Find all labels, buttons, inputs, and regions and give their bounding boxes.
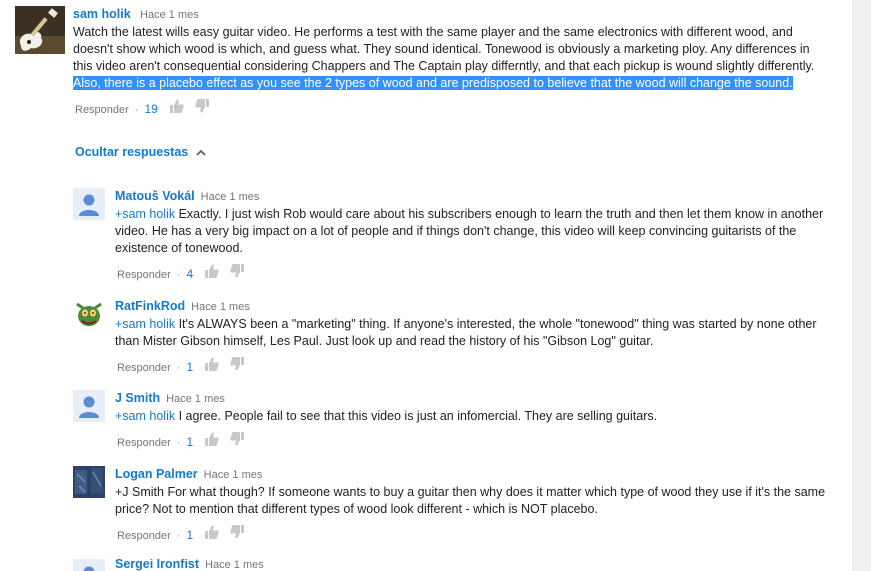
default-avatar-icon <box>73 560 105 571</box>
avatar[interactable] <box>73 466 105 498</box>
comment-text-main: Watch the latest wills easy guitar video… <box>73 25 815 73</box>
thumb-down-icon[interactable] <box>230 357 245 379</box>
separator-dot: · <box>134 104 139 116</box>
reply-actions: Responder · 4 <box>115 263 838 285</box>
thumb-up-icon[interactable] <box>204 264 220 286</box>
reply-author[interactable]: Matouš Vokál <box>115 189 195 203</box>
reply-body: Matouš Vokál Hace 1 mes +sam holik Exactl… <box>115 188 838 285</box>
thumb-up-icon[interactable] <box>204 432 220 454</box>
like-count: 1 <box>186 528 194 542</box>
reply-comment: Matouš Vokál Hace 1 mes +sam holik Exactl… <box>73 188 838 284</box>
ratfink-avatar-image <box>73 298 105 330</box>
comment-author[interactable]: sam holik <box>73 7 131 21</box>
mention-link[interactable]: +sam holik <box>115 409 175 423</box>
hide-replies-label: Ocultar respuestas <box>75 145 189 159</box>
reply-text-main: I agree. People fail to see that this vi… <box>175 409 658 423</box>
avatar[interactable] <box>73 298 105 330</box>
like-count: 1 <box>186 360 194 374</box>
reply-text: +J Smith For what though? If someone wan… <box>115 484 838 518</box>
guitar-avatar-image <box>15 6 65 54</box>
separator-dot: · <box>176 437 181 449</box>
reply-time[interactable]: Hace 1 mes <box>166 393 225 405</box>
reply-comment: Logan Palmer Hace 1 mes +J Smith For what… <box>73 466 838 548</box>
mention-link[interactable]: +sam holik <box>115 317 175 331</box>
reply-text-main: +J Smith For what though? If someone wan… <box>115 485 826 516</box>
mention-link[interactable]: +sam holik <box>115 207 175 221</box>
comment-time[interactable]: Hace 1 mes <box>140 9 199 21</box>
reply-text: +sam holik Exactly. I just wish Rob woul… <box>115 206 838 257</box>
thumb-down-icon[interactable] <box>230 432 245 454</box>
chevron-up-icon <box>196 150 206 156</box>
reply-actions: Responder · 1 <box>115 431 838 453</box>
thumb-up-icon[interactable] <box>169 99 184 121</box>
default-avatar-icon <box>73 390 105 422</box>
thumb-down-icon[interactable] <box>230 525 245 547</box>
comment-text: Watch the latest wills easy guitar video… <box>73 24 830 92</box>
page-scrollbar[interactable] <box>852 0 871 571</box>
reply-text: +sam holik It's ALWAYS been a "marketing… <box>115 316 838 350</box>
reply-text: +sam holik I agree. People fail to see t… <box>115 408 838 425</box>
avatar[interactable] <box>73 188 105 220</box>
reply-time[interactable]: Hace 1 mes <box>201 191 260 203</box>
reply-actions: Responder · 1 <box>115 356 838 378</box>
thumb-up-icon[interactable] <box>204 525 220 547</box>
reply-button[interactable]: Responder <box>75 104 129 116</box>
reply-time[interactable]: Hace 1 mes <box>205 559 264 571</box>
avatar[interactable] <box>73 390 105 422</box>
reply-comment: Sergei Ironfist Hace 1 mes <box>73 559 838 571</box>
reply-button[interactable]: Responder <box>117 269 171 281</box>
reply-body: Logan Palmer Hace 1 mes +J Smith For what… <box>115 466 838 546</box>
main-comment: sam holik Hace 1 mes Watch the latest wi… <box>15 6 830 138</box>
reply-author[interactable]: J Smith <box>115 391 160 405</box>
reply-body: RatFinkRod Hace 1 mes +sam holik It's ALW… <box>115 298 838 378</box>
reply-body: J Smith Hace 1 mes +sam holik I agree. Pe… <box>115 390 838 453</box>
reply-comment: J Smith Hace 1 mes +sam holik I agree. Pe… <box>73 390 838 456</box>
reply-button[interactable]: Responder <box>117 530 171 542</box>
thumb-up-icon[interactable] <box>204 357 220 379</box>
reply-text-main: Exactly. I just wish Rob would care abou… <box>115 207 824 255</box>
reply-actions: Responder · 1 <box>115 524 838 546</box>
like-count: 1 <box>186 435 194 449</box>
logan-avatar-image <box>73 466 105 498</box>
selected-text: Also, there is a placebo effect as you s… <box>73 76 793 90</box>
reply-author[interactable]: Logan Palmer <box>115 467 198 481</box>
reply-author[interactable]: RatFinkRod <box>115 299 185 313</box>
reply-time[interactable]: Hace 1 mes <box>204 469 263 481</box>
comment-body: sam holik Hace 1 mes Watch the latest wi… <box>73 6 830 120</box>
reply-text-main: It's ALWAYS been a "marketing" thing. If… <box>115 317 817 348</box>
reply-author[interactable]: Sergei Ironfist <box>115 559 199 571</box>
avatar[interactable] <box>15 6 65 54</box>
separator-dot: · <box>176 269 181 281</box>
reply-time[interactable]: Hace 1 mes <box>191 301 250 313</box>
like-count: 19 <box>144 102 158 116</box>
reply-comment: RatFinkRod Hace 1 mes +sam holik It's ALW… <box>73 298 838 378</box>
reply-button[interactable]: Responder <box>117 362 171 374</box>
thumb-down-icon[interactable] <box>195 99 210 121</box>
hide-replies-toggle[interactable]: Ocultar respuestas <box>75 145 206 159</box>
avatar[interactable] <box>73 559 105 571</box>
reply-button[interactable]: Responder <box>117 437 171 449</box>
thumb-down-icon[interactable] <box>230 264 245 286</box>
separator-dot: · <box>176 530 181 542</box>
separator-dot: · <box>176 362 181 374</box>
default-avatar-icon <box>73 188 105 220</box>
comment-actions: Responder · 19 <box>73 98 830 120</box>
like-count: 4 <box>186 267 194 281</box>
reply-body: Sergei Ironfist Hace 1 mes <box>115 559 838 571</box>
